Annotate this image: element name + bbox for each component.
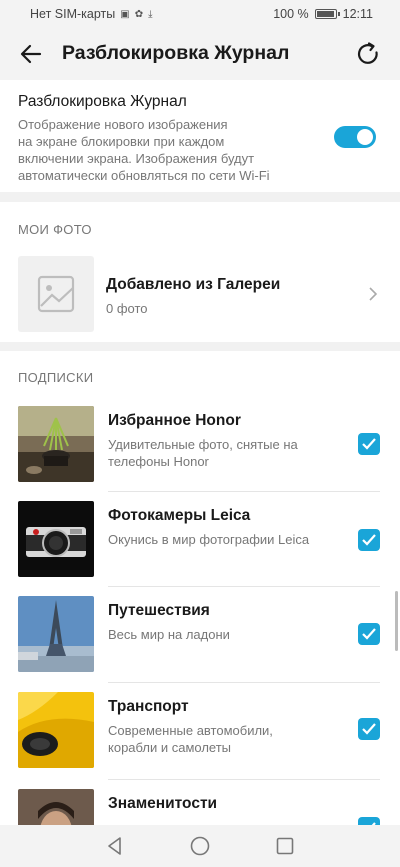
refresh-icon[interactable] xyxy=(354,40,382,68)
unlock-magazine-description: Отображение нового изображения на экране… xyxy=(18,117,270,183)
subscription-title: Избранное Honor xyxy=(108,412,241,429)
my-photos-header: МОИ ФОТО xyxy=(18,222,92,237)
image-placeholder-icon[interactable] xyxy=(18,256,94,332)
status-bar: Нет SIM-карты ▣ ✿ ⤓ 100 % 12:11 xyxy=(0,0,400,28)
navigation-bar xyxy=(0,825,400,867)
page-title: Разблокировка Журнал xyxy=(62,42,290,64)
unlock-magazine-title: Разблокировка Журнал xyxy=(18,93,187,110)
subscription-description: Удивительные фото, снятые на телефоны Ho… xyxy=(108,437,298,469)
carrier-label: Нет SIM-карты xyxy=(30,7,116,21)
subscription-row[interactable]: Избранное Honor Удивительные фото, сняты… xyxy=(0,398,400,494)
subscription-checkbox[interactable] xyxy=(358,817,380,825)
nav-home-circle-icon[interactable] xyxy=(189,835,211,857)
subscription-description: Весь мир на ладони xyxy=(108,627,230,642)
subscription-checkbox[interactable] xyxy=(358,623,380,645)
eiffel-tower-thumbnail xyxy=(18,596,94,672)
download-icon: ⤓ xyxy=(148,8,153,20)
subscription-checkbox[interactable] xyxy=(358,529,380,551)
divider xyxy=(108,779,380,780)
leica-camera-thumbnail xyxy=(18,501,94,577)
unlock-magazine-card: Разблокировка Журнал Отображение нового … xyxy=(0,80,400,192)
settings-icon: ✿ xyxy=(134,8,144,20)
celebrity-thumbnail xyxy=(18,789,94,825)
app-bar: Разблокировка Журнал xyxy=(0,28,400,80)
battery-icon xyxy=(314,9,340,19)
gallery-row-title[interactable]: Добавлено из Галереи xyxy=(106,276,280,294)
sports-car-thumbnail xyxy=(18,692,94,768)
unlock-magazine-toggle[interactable] xyxy=(334,126,376,148)
honor-thumbnail xyxy=(18,406,94,482)
arrow-left-icon[interactable] xyxy=(18,40,46,68)
subscription-title: Знаменитости xyxy=(108,795,218,812)
subscription-title: Транспорт xyxy=(108,698,189,715)
clock: 12:11 xyxy=(342,7,373,21)
divider xyxy=(108,586,380,587)
subscription-row[interactable]: Знаменитости xyxy=(0,781,400,825)
divider xyxy=(108,491,380,492)
subscriptions-section: ПОДПИСКИ Избранное Honor Удивительные фо… xyxy=(0,351,400,825)
sim-icon: ▣ xyxy=(120,8,130,20)
subscriptions-header: ПОДПИСКИ xyxy=(18,370,94,385)
subscription-row[interactable]: Путешествия Весь мир на ладони xyxy=(0,588,400,684)
subscription-title: Фотокамеры Leica xyxy=(108,507,251,524)
gallery-photo-count: 0 фото xyxy=(106,301,148,316)
scrollbar[interactable] xyxy=(395,591,398,651)
battery-percent: 100 % xyxy=(273,7,309,21)
toggle-knob xyxy=(357,129,373,145)
subscription-row[interactable]: Транспорт Современные автомобили, корабл… xyxy=(0,684,400,780)
subscription-checkbox[interactable] xyxy=(358,433,380,455)
chevron-right-icon[interactable] xyxy=(367,286,379,302)
divider xyxy=(108,682,380,683)
nav-recents-square-icon[interactable] xyxy=(274,835,296,857)
my-photos-section: МОИ ФОТО Добавлено из Галереи 0 фото xyxy=(0,202,400,342)
subscription-checkbox[interactable] xyxy=(358,718,380,740)
nav-back-triangle-icon[interactable] xyxy=(104,835,126,857)
subscription-description: Современные автомобили, корабли и самоле… xyxy=(108,723,273,755)
subscription-row[interactable]: Фотокамеры Leica Окунись в мир фотографи… xyxy=(0,493,400,589)
subscription-description: Окунись в мир фотографии Leica xyxy=(108,532,310,547)
subscription-title: Путешествия xyxy=(108,602,210,619)
